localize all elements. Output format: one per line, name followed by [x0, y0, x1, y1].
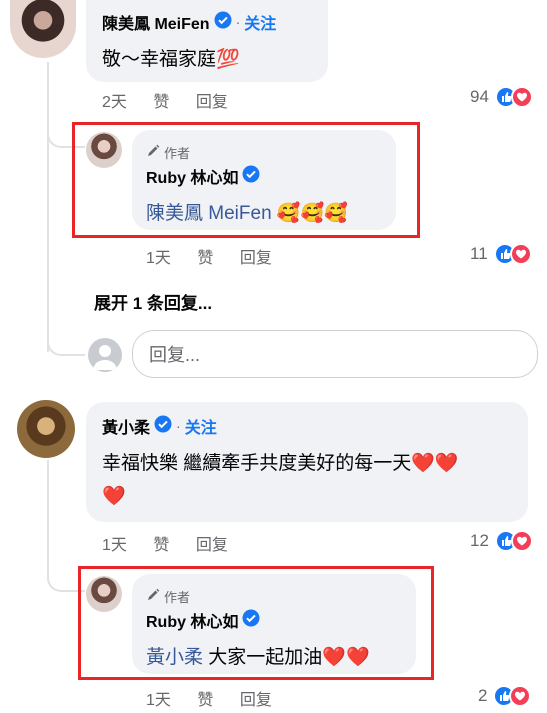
reply-button[interactable]: 回复	[240, 692, 272, 709]
reaction-count-number: 12	[470, 531, 489, 550]
reply-button[interactable]: 回复	[240, 250, 272, 267]
comment-author[interactable]: 陳美鳳 MeiFen	[102, 10, 210, 34]
timestamp[interactable]: 1天	[146, 250, 171, 267]
reply-button[interactable]: 回复	[196, 94, 228, 111]
reply-actions: 1天 赞 回复	[146, 686, 294, 710]
separator-dot: ·	[235, 14, 241, 30]
comment-bubble: 黃小柔 · 关注 幸福快樂 繼續牽手共度美好的每一天❤️❤️ ❤️	[86, 402, 528, 522]
reaction-count[interactable]: 11	[470, 243, 532, 265]
reaction-count[interactable]: 94	[470, 86, 533, 108]
love-reaction-icon	[509, 243, 532, 265]
love-reaction-icon	[510, 86, 533, 108]
thread-branch	[47, 318, 85, 356]
thread-line	[47, 62, 49, 352]
comment-text: 敬～幸福家庭💯	[102, 49, 240, 70]
separator-dot: ·	[176, 418, 181, 434]
user-avatar	[88, 338, 122, 372]
follow-button[interactable]: 关注	[244, 10, 276, 34]
love-reaction-icon	[510, 530, 533, 552]
reply-input-placeholder: 回复...	[149, 345, 201, 365]
like-button[interactable]: 赞	[153, 94, 169, 111]
highlight-box	[72, 122, 420, 238]
reaction-count-number: 2	[478, 686, 488, 705]
avatar[interactable]	[17, 400, 75, 458]
timestamp[interactable]: 2天	[102, 94, 127, 111]
comment-actions: 1天 赞 回复	[102, 531, 250, 555]
comment-author[interactable]: 黃小柔	[102, 414, 150, 438]
like-button[interactable]: 赞	[197, 692, 213, 709]
follow-button[interactable]: 关注	[185, 414, 217, 438]
reply-actions: 1天 赞 回复	[146, 244, 294, 268]
verified-badge-icon	[214, 11, 232, 34]
comment-text: 幸福快樂 繼續牽手共度美好的每一天❤️❤️	[102, 453, 459, 474]
comment-bubble: 陳美鳳 MeiFen · 关注 敬～幸福家庭💯	[86, 0, 328, 82]
reply-input[interactable]: 回复...	[132, 330, 538, 378]
like-button[interactable]: 赞	[153, 537, 169, 554]
verified-badge-icon	[154, 415, 172, 438]
reaction-count[interactable]: 12	[470, 530, 533, 552]
highlight-box	[78, 566, 434, 680]
reaction-count[interactable]: 2	[478, 685, 532, 707]
like-button[interactable]: 赞	[197, 250, 213, 267]
timestamp[interactable]: 1天	[146, 692, 171, 709]
love-reaction-icon	[509, 685, 532, 707]
reaction-count-number: 94	[470, 87, 489, 106]
timestamp[interactable]: 1天	[102, 537, 127, 554]
reaction-count-number: 11	[470, 244, 488, 263]
reply-button[interactable]: 回复	[196, 537, 228, 554]
comment-text-continued: ❤️	[102, 486, 126, 507]
comment-actions: 2天 赞 回复	[102, 88, 250, 112]
expand-replies-link[interactable]: 展开 1 条回复...	[94, 289, 212, 314]
avatar[interactable]	[10, 0, 76, 58]
